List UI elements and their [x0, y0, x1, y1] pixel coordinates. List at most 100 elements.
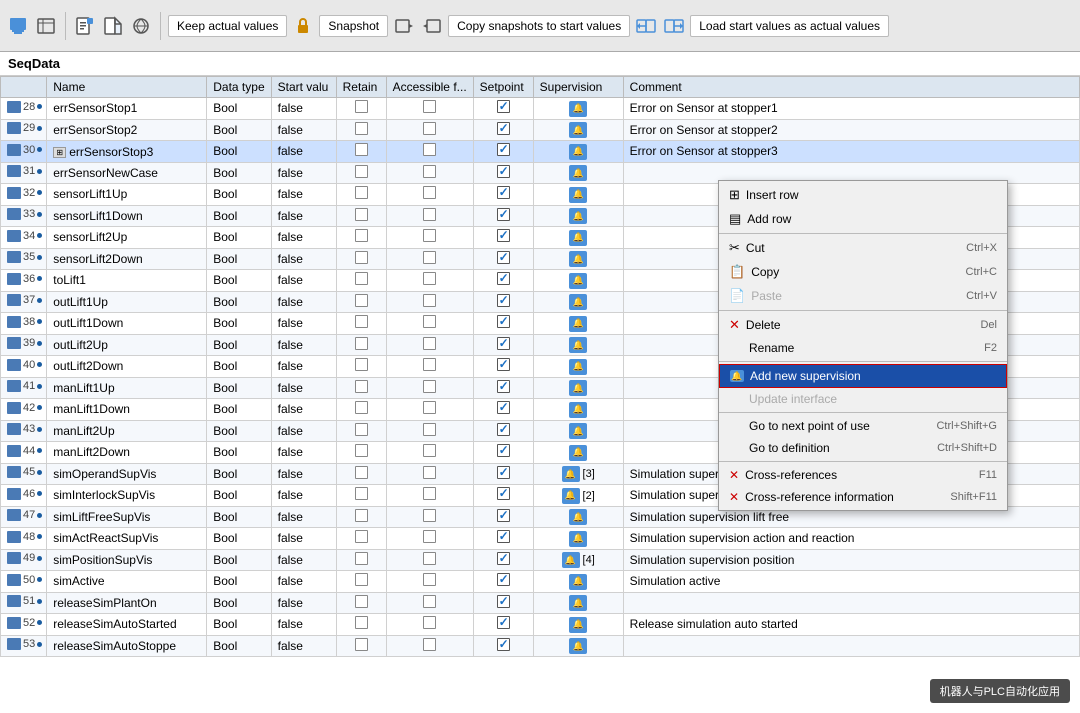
setpoint-checked[interactable]: [497, 122, 510, 135]
accessible-empty[interactable]: [423, 380, 436, 393]
retain-empty[interactable]: [355, 530, 368, 543]
retain-empty[interactable]: [355, 487, 368, 500]
accessible-empty[interactable]: [423, 294, 436, 307]
accessible-empty[interactable]: [423, 616, 436, 629]
retain-empty[interactable]: [355, 251, 368, 264]
table-row[interactable]: 49 simPositionSupVisBoolfalse 🔔 [4] Simu…: [1, 549, 1080, 571]
retain-empty[interactable]: [355, 401, 368, 414]
context-menu-item[interactable]: Go to next point of use Ctrl+Shift+G: [719, 415, 1007, 437]
toolbar-icon-4[interactable]: [101, 14, 125, 38]
setpoint-checked[interactable]: [497, 595, 510, 608]
context-menu-item[interactable]: Go to definition Ctrl+Shift+D: [719, 437, 1007, 459]
context-menu-item[interactable]: ✕ Cross-references F11: [719, 464, 1007, 486]
context-menu-item[interactable]: ✕ Delete Del: [719, 313, 1007, 337]
retain-empty[interactable]: [355, 616, 368, 629]
accessible-empty[interactable]: [423, 229, 436, 242]
setpoint-checked[interactable]: [497, 573, 510, 586]
retain-empty[interactable]: [355, 509, 368, 522]
copy-icon-left[interactable]: [634, 14, 658, 38]
context-menu-item[interactable]: Rename F2: [719, 337, 1007, 359]
copy-snapshot-button[interactable]: Copy snapshots to start values: [448, 15, 630, 37]
retain-empty[interactable]: [355, 552, 368, 565]
table-row[interactable]: 28 errSensorStop1Boolfalse 🔔 Error on Se…: [1, 98, 1080, 120]
toolbar-icon-1[interactable]: [6, 14, 30, 38]
table-row[interactable]: 48 simActReactSupVisBoolfalse 🔔 Simulati…: [1, 528, 1080, 550]
context-menu-item[interactable]: 📋 Copy Ctrl+C: [719, 260, 1007, 284]
retain-empty[interactable]: [355, 444, 368, 457]
retain-empty[interactable]: [355, 143, 368, 156]
accessible-empty[interactable]: [423, 143, 436, 156]
accessible-empty[interactable]: [423, 595, 436, 608]
retain-empty[interactable]: [355, 272, 368, 285]
setpoint-checked[interactable]: [497, 466, 510, 479]
accessible-empty[interactable]: [423, 573, 436, 586]
context-menu-item[interactable]: ▤ Add row: [719, 207, 1007, 231]
accessible-empty[interactable]: [423, 186, 436, 199]
setpoint-checked[interactable]: [497, 208, 510, 221]
setpoint-checked[interactable]: [497, 380, 510, 393]
accessible-empty[interactable]: [423, 358, 436, 371]
table-row[interactable]: 50 simActiveBoolfalse 🔔 Simulation activ…: [1, 571, 1080, 593]
table-row[interactable]: 29 errSensorStop2Boolfalse 🔔 Error on Se…: [1, 119, 1080, 141]
retain-empty[interactable]: [355, 294, 368, 307]
context-menu-item[interactable]: ✕ Cross-reference information Shift+F11: [719, 486, 1007, 508]
retain-empty[interactable]: [355, 423, 368, 436]
setpoint-checked[interactable]: [497, 337, 510, 350]
toolbar-icon-3[interactable]: [73, 14, 97, 38]
retain-empty[interactable]: [355, 573, 368, 586]
retain-empty[interactable]: [355, 595, 368, 608]
setpoint-checked[interactable]: [497, 100, 510, 113]
lock-icon[interactable]: [291, 14, 315, 38]
load-start-button[interactable]: Load start values as actual values: [690, 15, 889, 37]
retain-empty[interactable]: [355, 358, 368, 371]
setpoint-checked[interactable]: [497, 358, 510, 371]
accessible-empty[interactable]: [423, 122, 436, 135]
accessible-empty[interactable]: [423, 552, 436, 565]
accessible-empty[interactable]: [423, 251, 436, 264]
toolbar-icon-2[interactable]: [34, 14, 58, 38]
snapshot-icon-2[interactable]: [420, 14, 444, 38]
setpoint-checked[interactable]: [497, 229, 510, 242]
setpoint-checked[interactable]: [497, 530, 510, 543]
accessible-empty[interactable]: [423, 509, 436, 522]
retain-empty[interactable]: [355, 208, 368, 221]
context-menu-item[interactable]: 🔔 Add new supervision: [719, 364, 1007, 388]
snapshot-icon-1[interactable]: [392, 14, 416, 38]
accessible-empty[interactable]: [423, 165, 436, 178]
context-menu-item[interactable]: ✂ Cut Ctrl+X: [719, 236, 1007, 260]
context-menu-item[interactable]: ⊞ Insert row: [719, 183, 1007, 207]
setpoint-checked[interactable]: [497, 272, 510, 285]
setpoint-checked[interactable]: [497, 509, 510, 522]
accessible-empty[interactable]: [423, 100, 436, 113]
accessible-empty[interactable]: [423, 401, 436, 414]
table-row[interactable]: 52 releaseSimAutoStartedBoolfalse 🔔 Rele…: [1, 614, 1080, 636]
setpoint-checked[interactable]: [497, 552, 510, 565]
copy-icon-right[interactable]: [662, 14, 686, 38]
setpoint-checked[interactable]: [497, 143, 510, 156]
setpoint-checked[interactable]: [497, 401, 510, 414]
setpoint-checked[interactable]: [497, 638, 510, 651]
retain-empty[interactable]: [355, 315, 368, 328]
accessible-empty[interactable]: [423, 423, 436, 436]
table-row[interactable]: 51 releaseSimPlantOnBoolfalse 🔔: [1, 592, 1080, 614]
retain-empty[interactable]: [355, 100, 368, 113]
accessible-empty[interactable]: [423, 530, 436, 543]
retain-empty[interactable]: [355, 122, 368, 135]
retain-empty[interactable]: [355, 229, 368, 242]
retain-empty[interactable]: [355, 466, 368, 479]
accessible-empty[interactable]: [423, 638, 436, 651]
accessible-empty[interactable]: [423, 272, 436, 285]
setpoint-checked[interactable]: [497, 616, 510, 629]
retain-empty[interactable]: [355, 165, 368, 178]
retain-empty[interactable]: [355, 638, 368, 651]
toolbar-icon-5[interactable]: [129, 14, 153, 38]
table-row[interactable]: 53 releaseSimAutoStoppeBoolfalse 🔔: [1, 635, 1080, 657]
setpoint-checked[interactable]: [497, 444, 510, 457]
retain-empty[interactable]: [355, 186, 368, 199]
table-row[interactable]: 30 ⊞ errSensorStop3 Boolfalse 🔔 Error on…: [1, 141, 1080, 163]
accessible-empty[interactable]: [423, 208, 436, 221]
accessible-empty[interactable]: [423, 315, 436, 328]
setpoint-checked[interactable]: [497, 294, 510, 307]
keep-actual-button[interactable]: Keep actual values: [168, 15, 287, 37]
retain-empty[interactable]: [355, 380, 368, 393]
